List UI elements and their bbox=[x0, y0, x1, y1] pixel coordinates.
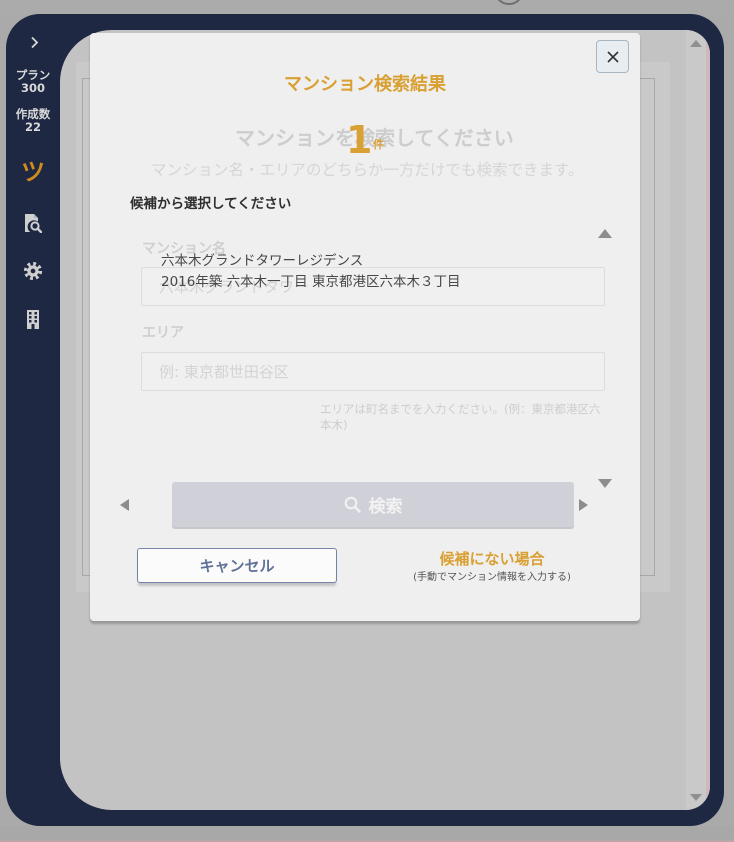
tsu-logo-icon[interactable]: ツ bbox=[6, 158, 60, 186]
created-count-stat: 作成数 22 bbox=[6, 108, 60, 134]
circle-icon bbox=[494, 0, 524, 5]
candidate-name: 六本木グランドタワーレジデンス bbox=[161, 253, 364, 269]
result-count-unit: 件 bbox=[373, 138, 384, 151]
area-input[interactable] bbox=[141, 352, 605, 391]
list-scroll-left-arrow-icon[interactable] bbox=[120, 499, 129, 511]
result-count: 1 bbox=[346, 118, 373, 162]
candidate-instruction: 候補から選択してください bbox=[130, 196, 292, 212]
area-help-text: エリアは町名までを入力ください。(例：東京都港区六本木) bbox=[320, 402, 601, 432]
plan-stat: プラン 300 bbox=[6, 69, 60, 95]
candidate-detail: 2016年築 六本木一丁目 東京都港区六本木３丁目 bbox=[161, 274, 461, 290]
modal-title: マンション検索結果 bbox=[284, 74, 446, 95]
search-button[interactable]: 検索 bbox=[172, 482, 574, 527]
manual-entry-note: (手動でマンション情報を入力する) bbox=[413, 572, 571, 583]
area-label: エリア bbox=[142, 325, 184, 341]
building-icon[interactable] bbox=[26, 309, 40, 329]
candidate-item[interactable]: 六本木グランドタワーレジデンス 2016年築 六本木一丁目 東京都港区六本木３丁… bbox=[161, 252, 601, 292]
search-form-subheading: マンション名・エリアのどちらか一方だけでも検索できます。 bbox=[151, 161, 584, 179]
manual-entry-link[interactable]: 候補にない場合 (手動でマンション情報を入力する) bbox=[392, 549, 592, 584]
scroll-down-arrow-icon[interactable] bbox=[690, 794, 702, 801]
plan-value: 300 bbox=[20, 81, 45, 95]
bottom-bar bbox=[0, 826, 734, 842]
page-scrollbar[interactable] bbox=[686, 30, 706, 810]
list-scroll-down-arrow-icon[interactable] bbox=[598, 479, 612, 488]
search-button-label: 検索 bbox=[368, 497, 403, 517]
cancel-button[interactable]: キャンセル bbox=[137, 548, 337, 583]
scroll-up-arrow-icon[interactable] bbox=[690, 40, 702, 47]
list-scroll-right-arrow-icon[interactable] bbox=[579, 499, 588, 511]
results-modal: マンションを検索してください マンション名・エリアのどちらか一方だけでも検索でき… bbox=[90, 33, 640, 621]
panel-edge bbox=[706, 30, 710, 810]
manual-entry-label: 候補にない場合 bbox=[439, 550, 545, 568]
sidebar: プラン 300 作成数 22 ツ bbox=[6, 14, 60, 826]
created-count-value: 22 bbox=[24, 120, 41, 134]
gear-icon[interactable] bbox=[23, 261, 43, 281]
search-icon bbox=[344, 496, 361, 513]
close-icon bbox=[606, 50, 619, 63]
close-button[interactable] bbox=[596, 40, 629, 73]
top-bar bbox=[0, 0, 734, 14]
sidebar-toggle-button[interactable] bbox=[24, 32, 44, 52]
chevron-right-icon bbox=[30, 36, 38, 48]
search-document-icon[interactable] bbox=[24, 213, 42, 233]
list-scroll-up-arrow-icon[interactable] bbox=[598, 229, 612, 238]
